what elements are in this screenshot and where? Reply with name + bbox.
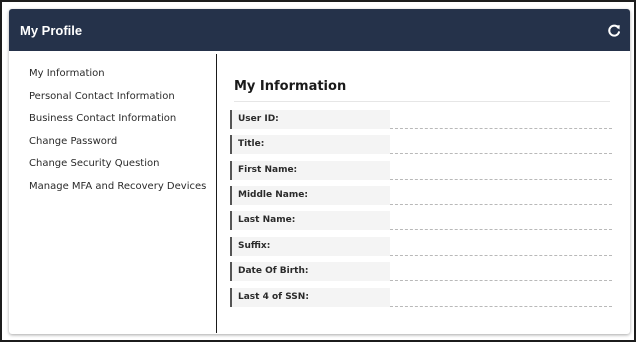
field-user-id: User ID: xyxy=(230,110,612,129)
field-label-box: First Name: xyxy=(230,161,390,180)
sidebar: My Information Personal Contact Informat… xyxy=(9,51,215,334)
field-middle-name: Middle Name: xyxy=(230,186,612,205)
field-label-date-of-birth: Date Of Birth: xyxy=(238,266,309,276)
field-last-4-ssn: Last 4 of SSN: xyxy=(230,288,612,307)
field-label-box: Title: xyxy=(230,135,390,154)
field-first-name: First Name: xyxy=(230,161,612,180)
field-value-middle-name xyxy=(390,186,612,205)
field-value-date-of-birth xyxy=(390,262,612,281)
refresh-icon[interactable] xyxy=(606,23,622,39)
sidebar-divider xyxy=(216,54,217,333)
field-value-last-4-ssn xyxy=(390,288,612,307)
window-frame: My Profile My Information Personal Conta… xyxy=(0,0,636,342)
field-value-suffix xyxy=(390,237,612,256)
field-label-box: User ID: xyxy=(230,110,390,129)
field-suffix: Suffix: xyxy=(230,237,612,256)
field-label-suffix: Suffix: xyxy=(238,241,271,251)
section-title: My Information xyxy=(234,79,347,94)
field-title: Title: xyxy=(230,135,612,154)
field-label-first-name: First Name: xyxy=(238,165,298,175)
section-title-rule xyxy=(234,101,610,102)
field-last-name: Last Name: xyxy=(230,211,612,230)
field-label-last-4-ssn: Last 4 of SSN: xyxy=(238,292,309,302)
field-label-user-id: User ID: xyxy=(238,114,279,124)
field-value-user-id xyxy=(390,110,612,129)
field-label-last-name: Last Name: xyxy=(238,215,296,225)
field-value-last-name xyxy=(390,211,612,230)
profile-card: My Profile My Information Personal Conta… xyxy=(9,9,630,334)
field-label-box: Last 4 of SSN: xyxy=(230,288,390,307)
field-label-box: Middle Name: xyxy=(230,186,390,205)
sidebar-item-business-contact-information[interactable]: Business Contact Information xyxy=(29,113,176,124)
field-value-title xyxy=(390,135,612,154)
field-label-title: Title: xyxy=(238,139,265,149)
field-label-box: Date Of Birth: xyxy=(230,262,390,281)
field-label-box: Last Name: xyxy=(230,211,390,230)
sidebar-item-manage-mfa-and-recovery-devices[interactable]: Manage MFA and Recovery Devices xyxy=(29,181,206,192)
sidebar-item-my-information[interactable]: My Information xyxy=(29,68,105,79)
page-title: My Profile xyxy=(20,23,83,38)
sidebar-item-personal-contact-information[interactable]: Personal Contact Information xyxy=(29,91,175,102)
field-label-box: Suffix: xyxy=(230,237,390,256)
field-label-middle-name: Middle Name: xyxy=(238,190,308,200)
field-date-of-birth: Date Of Birth: xyxy=(230,262,612,281)
profile-header: My Profile xyxy=(9,9,630,51)
field-value-first-name xyxy=(390,161,612,180)
sidebar-item-change-password[interactable]: Change Password xyxy=(29,136,117,147)
sidebar-item-change-security-question[interactable]: Change Security Question xyxy=(29,158,159,169)
